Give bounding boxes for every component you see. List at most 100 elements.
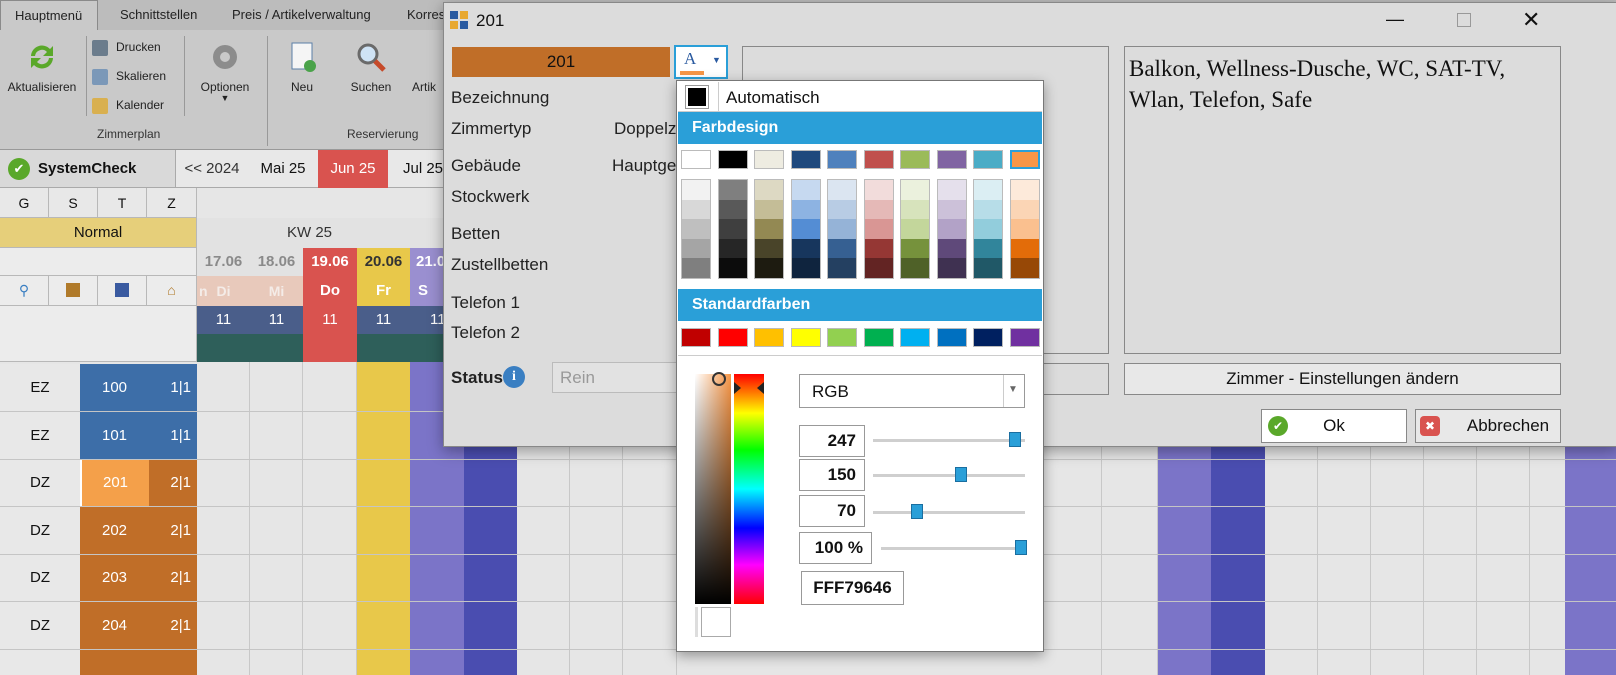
col-header-s[interactable]: S — [49, 188, 98, 218]
red-slider-track[interactable] — [873, 439, 1025, 442]
alpha-value-input[interactable]: 100 % — [799, 532, 872, 564]
tab-hauptmenue[interactable]: Hauptmenü — [0, 0, 98, 30]
close-button[interactable]: ✕ — [1522, 7, 1540, 33]
shade-swatch[interactable] — [828, 238, 856, 259]
standard-color-swatch[interactable] — [790, 328, 821, 347]
options-button[interactable]: Optionen ▼ — [190, 30, 260, 103]
shade-swatch[interactable] — [791, 258, 820, 278]
search-button[interactable]: Suchen — [346, 30, 396, 94]
shade-swatch[interactable] — [755, 238, 783, 259]
shade-swatch[interactable] — [901, 199, 929, 220]
shade-swatch[interactable] — [937, 199, 966, 220]
alpha-slider-track[interactable] — [881, 547, 1027, 550]
month-mai[interactable]: Mai 25 — [248, 150, 318, 188]
shade-swatch[interactable] — [901, 258, 929, 278]
systemcheck-button[interactable]: ✔ SystemCheck — [0, 150, 176, 188]
blue-value-input[interactable]: 70 — [799, 495, 865, 527]
col-header-g[interactable]: G — [0, 188, 49, 218]
shade-swatch[interactable] — [974, 199, 1002, 220]
design-color-swatch[interactable] — [1009, 150, 1040, 169]
font-color-button[interactable]: A ▼ — [674, 45, 728, 79]
refresh-button[interactable]: Aktualisieren — [2, 30, 82, 94]
design-color-swatch[interactable] — [900, 150, 930, 169]
standard-color-swatch[interactable] — [973, 328, 1003, 347]
color-mode-select[interactable]: RGB ▼ — [799, 374, 1025, 408]
hue-slider[interactable] — [734, 374, 764, 604]
shade-swatch[interactable] — [901, 219, 929, 239]
cancel-button[interactable]: ✖ Abbrechen — [1415, 409, 1561, 443]
info-icon[interactable]: i — [503, 366, 525, 388]
design-color-swatch[interactable] — [717, 150, 748, 169]
room-row[interactable]: DZ 204 2|1 — [0, 602, 197, 649]
checkout-icon[interactable] — [98, 276, 147, 306]
standard-color-swatch[interactable] — [1009, 328, 1040, 347]
tab-preis-artikelverwaltung[interactable]: Preis / Artikelverwaltung — [218, 0, 385, 30]
print-button[interactable]: Drucken — [92, 36, 161, 58]
design-color-swatch[interactable] — [827, 150, 857, 169]
checkin-icon[interactable] — [49, 276, 98, 306]
shade-swatch[interactable] — [937, 258, 966, 278]
zimmertyp-value[interactable]: Doppelz — [614, 119, 676, 139]
shade-swatch[interactable] — [755, 199, 783, 220]
shade-swatch[interactable] — [791, 238, 820, 259]
blue-slider-thumb[interactable] — [911, 504, 924, 519]
shade-swatch[interactable] — [864, 219, 893, 239]
shade-swatch[interactable] — [682, 238, 710, 259]
standard-color-swatch[interactable] — [827, 328, 857, 347]
shade-swatch[interactable] — [974, 238, 1002, 259]
blue-slider-track[interactable] — [873, 511, 1025, 514]
shade-swatch[interactable] — [974, 258, 1002, 278]
shade-swatch[interactable] — [1010, 180, 1039, 200]
new-button[interactable]: Neu — [282, 30, 322, 94]
shade-swatch[interactable] — [828, 258, 856, 278]
maximize-button[interactable] — [1457, 13, 1471, 27]
shade-swatch[interactable] — [974, 180, 1002, 200]
house-icon[interactable]: ⌂ — [147, 276, 197, 306]
shade-swatch[interactable] — [755, 219, 783, 239]
design-color-swatch[interactable] — [790, 150, 821, 169]
standard-color-swatch[interactable] — [900, 328, 930, 347]
shade-swatch[interactable] — [901, 180, 929, 200]
filter-search-icon[interactable]: ⚲ — [0, 276, 49, 306]
green-slider-track[interactable] — [873, 474, 1025, 477]
design-color-swatch[interactable] — [973, 150, 1003, 169]
room-row[interactable]: DZ 203 2|1 — [0, 555, 197, 601]
design-color-swatch[interactable] — [754, 150, 784, 169]
shade-swatch[interactable] — [937, 238, 966, 259]
scale-button[interactable]: Skalieren — [92, 65, 166, 87]
calendar-button[interactable]: Kalender — [92, 94, 164, 116]
design-color-swatch[interactable] — [863, 150, 894, 169]
shade-swatch[interactable] — [682, 258, 710, 278]
col-header-t[interactable]: T — [98, 188, 147, 218]
red-slider-thumb[interactable] — [1008, 432, 1021, 447]
article-button[interactable]: Artik — [412, 30, 442, 94]
ok-button[interactable]: ✔ Ok — [1261, 409, 1407, 443]
month-prev-year[interactable]: << 2024 — [176, 150, 248, 188]
minimize-button[interactable]: — — [1386, 9, 1404, 30]
shade-swatch[interactable] — [1010, 258, 1039, 278]
shade-swatch[interactable] — [718, 199, 747, 220]
col-header-z[interactable]: Z — [147, 188, 197, 218]
shade-swatch[interactable] — [828, 180, 856, 200]
shade-swatch[interactable] — [682, 219, 710, 239]
shade-swatch[interactable] — [718, 258, 747, 278]
shade-swatch[interactable] — [974, 219, 1002, 239]
shade-swatch[interactable] — [682, 180, 710, 200]
shade-swatch[interactable] — [864, 258, 893, 278]
standard-color-swatch[interactable] — [717, 328, 748, 347]
green-slider-thumb[interactable] — [955, 467, 968, 482]
shade-swatch[interactable] — [937, 180, 966, 200]
shade-swatch[interactable] — [828, 219, 856, 239]
room-row[interactable]: EZ 100 1|1 — [0, 364, 197, 411]
shade-swatch[interactable] — [937, 219, 966, 239]
red-value-input[interactable]: 247 — [799, 425, 865, 457]
shade-swatch[interactable] — [791, 180, 820, 200]
shade-swatch[interactable] — [1010, 199, 1039, 220]
hex-value-input[interactable]: FFF79646 — [801, 571, 904, 605]
room-number-field[interactable]: 201 — [452, 47, 670, 77]
shade-swatch[interactable] — [718, 238, 747, 259]
shade-swatch[interactable] — [682, 199, 710, 220]
status-field[interactable]: Rein — [552, 362, 678, 393]
alpha-slider-thumb[interactable] — [1015, 540, 1027, 555]
saturation-brightness-area[interactable] — [695, 372, 731, 604]
